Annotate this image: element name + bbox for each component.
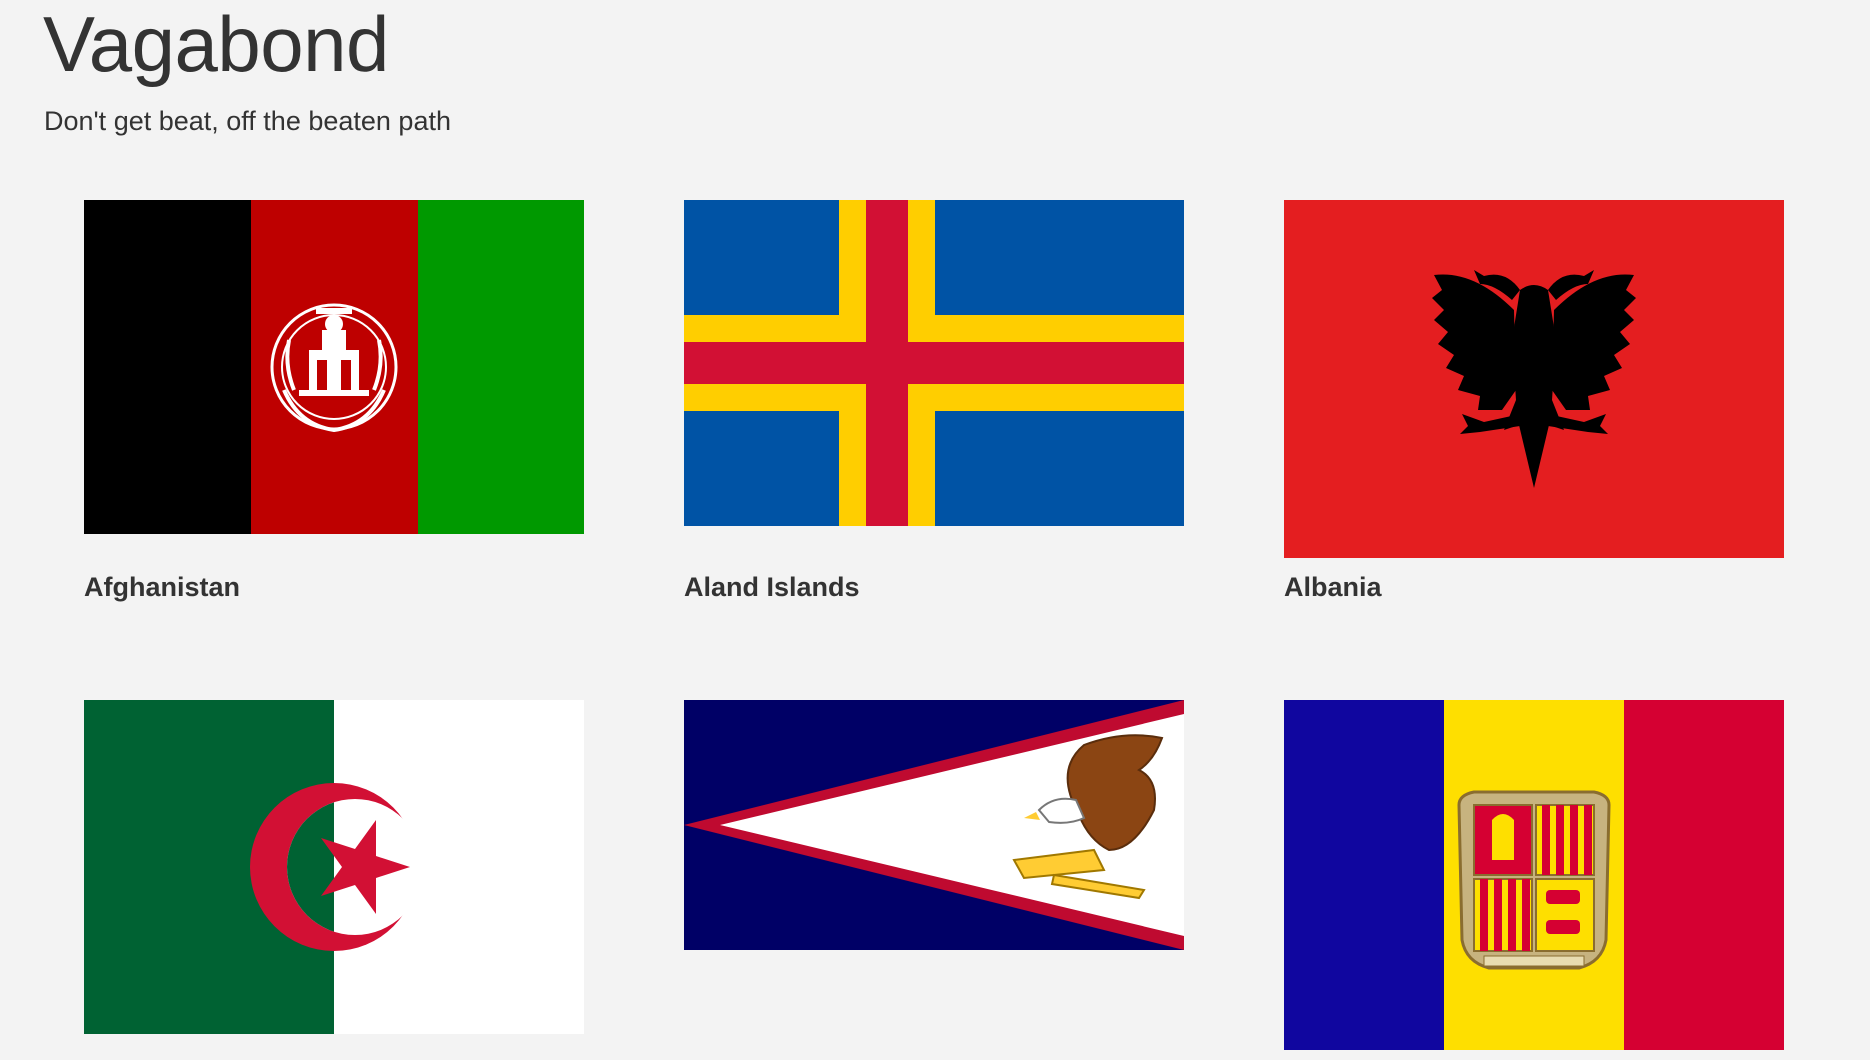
country-card-american-samoa[interactable] <box>684 700 1184 950</box>
country-card-andorra[interactable] <box>1284 700 1784 1050</box>
site-title: Vagabond <box>43 0 389 88</box>
flag-albania-icon[interactable] <box>1284 200 1784 558</box>
flag-andorra-icon[interactable] <box>1284 700 1784 1050</box>
country-name[interactable]: Aland Islands <box>684 570 860 604</box>
country-card-afghanistan[interactable]: Afghanistan <box>84 200 584 602</box>
country-name[interactable]: Afghanistan <box>84 570 240 604</box>
flag-american-samoa-icon[interactable] <box>684 700 1184 950</box>
flag-afghanistan-icon[interactable] <box>84 200 584 534</box>
flag-algeria-icon[interactable] <box>84 700 584 1034</box>
country-card-algeria[interactable] <box>84 700 584 1034</box>
flag-aland-islands-icon[interactable] <box>684 200 1184 526</box>
country-name[interactable]: Albania <box>1284 570 1382 604</box>
site-tagline: Don't get beat, off the beaten path <box>44 106 451 136</box>
country-card-aland-islands[interactable]: Aland Islands <box>684 200 1184 602</box>
page: Vagabond Don't get beat, off the beaten … <box>0 0 1870 1060</box>
country-card-albania[interactable]: Albania <box>1284 200 1784 602</box>
